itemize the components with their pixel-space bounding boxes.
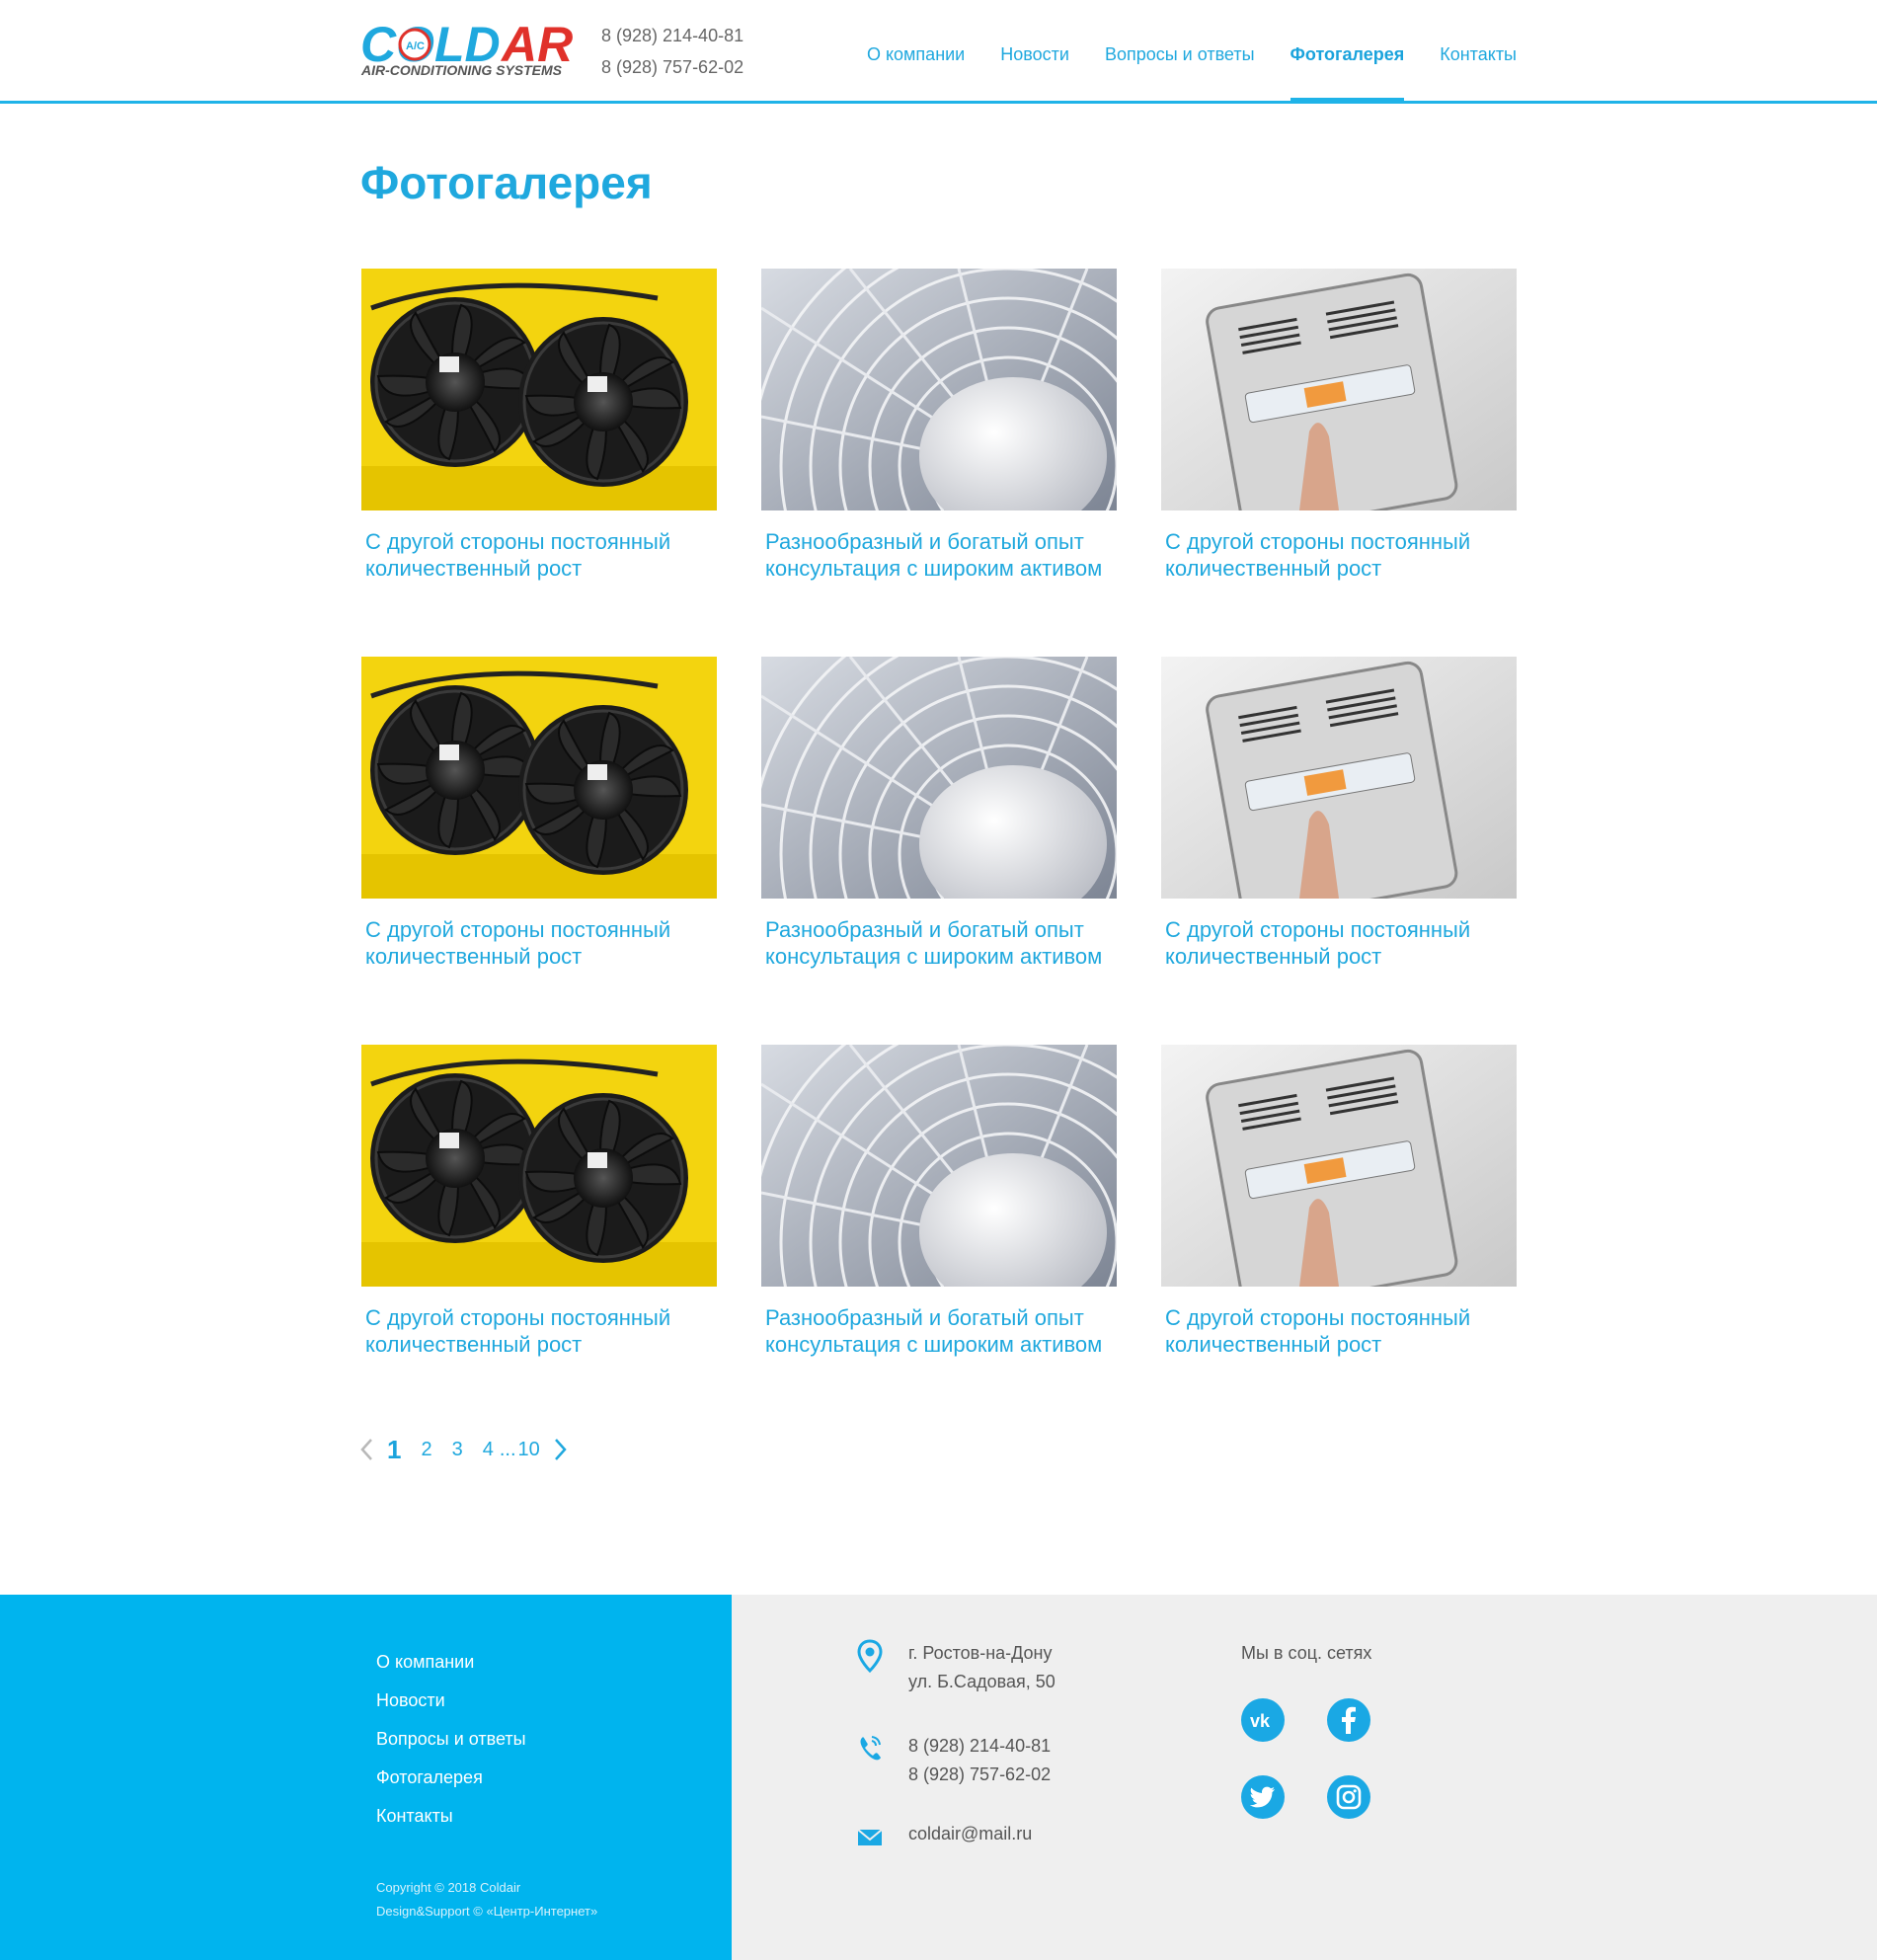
mail-icon (855, 1820, 885, 1853)
address-line-1: г. Ростов-на-Дону (908, 1643, 1053, 1663)
footer-link-faq[interactable]: Вопросы и ответы (376, 1720, 526, 1759)
instagram-icon[interactable] (1327, 1775, 1370, 1819)
gallery-card[interactable]: Разнообразный и богатый опыт консультаци… (761, 269, 1117, 657)
page-title: Фотогалерея (360, 157, 653, 208)
gallery-caption[interactable]: С другой стороны постоянный количественн… (361, 528, 717, 582)
nav-item-news[interactable]: Новости (1000, 0, 1069, 101)
footer-link-gallery[interactable]: Фотогалерея (376, 1759, 526, 1797)
nav-item-contacts[interactable]: Контакты (1440, 0, 1517, 101)
nav-item-gallery[interactable]: Фотогалерея (1290, 0, 1404, 104)
vk-icon[interactable]: vk (1241, 1698, 1285, 1742)
support-text[interactable]: Design&Support © «Центр-Интернет» (376, 1900, 597, 1923)
email-block: coldair@mail.ru (855, 1820, 1032, 1853)
header-phone-2[interactable]: 8 (928) 757-62-02 (601, 51, 743, 83)
ac-control-panel-photo[interactable] (1161, 657, 1517, 899)
footer-phone-1[interactable]: 8 (928) 214-40-81 (908, 1732, 1051, 1761)
footer-link-about[interactable]: О компании (376, 1643, 526, 1682)
copyright-text: Copyright © 2018 Coldair (376, 1880, 521, 1895)
page-link[interactable]: 4 (483, 1439, 494, 1461)
gallery-card[interactable]: С другой стороны постоянный количественн… (361, 1045, 717, 1433)
gallery-caption[interactable]: Разнообразный и богатый опыт консультаци… (761, 916, 1117, 970)
footer-link-contacts[interactable]: Контакты (376, 1797, 526, 1836)
page-current[interactable]: 1 (387, 1435, 401, 1465)
gallery-card[interactable]: Разнообразный и богатый опыт консультаци… (761, 657, 1117, 1045)
ac-control-panel-photo[interactable] (1161, 1045, 1517, 1287)
address-block: г. Ростов-на-Дону ул. Б.Садовая, 50 (855, 1639, 1056, 1696)
chevron-right-icon[interactable] (550, 1435, 570, 1464)
ac-fan-grille-photo[interactable] (761, 657, 1117, 899)
ac-fan-grille-photo[interactable] (761, 269, 1117, 510)
yellow-radiator-fans-photo[interactable] (361, 657, 717, 899)
header-phones: 8 (928) 214-40-81 8 (928) 757-62-02 (601, 20, 743, 83)
footer-nav-panel (0, 1595, 732, 1960)
page-link-last[interactable]: 10 (518, 1439, 540, 1461)
social-title: Мы в соц. сетях (1241, 1643, 1372, 1663)
phone-icon (855, 1732, 885, 1765)
ac-fan-grille-photo[interactable] (761, 1045, 1117, 1287)
address-line-2: ул. Б.Садовая, 50 (908, 1672, 1056, 1691)
yellow-radiator-fans-photo[interactable] (361, 269, 717, 510)
gallery-caption[interactable]: С другой стороны постоянный количественн… (1161, 916, 1517, 970)
footer-phone-2[interactable]: 8 (928) 757-62-02 (908, 1761, 1051, 1789)
yellow-radiator-fans-photo[interactable] (361, 1045, 717, 1287)
footer-nav: О компании Новости Вопросы и ответы Фото… (376, 1643, 526, 1836)
svg-text:A/C: A/C (406, 40, 425, 52)
nav-item-about[interactable]: О компании (867, 0, 965, 101)
main-nav: О компании Новости Вопросы и ответы Фото… (831, 0, 1517, 104)
logo[interactable]: COLD A/C AR AIR-CONDITIONING SYSTEMS (360, 17, 578, 79)
coldair-logo-icon: COLD A/C AR AIR-CONDITIONING SYSTEMS (360, 17, 573, 78)
copyright: Copyright © 2018 Coldair Design&Support … (376, 1876, 597, 1923)
gallery-card[interactable]: С другой стороны постоянный количественн… (361, 657, 717, 1045)
gallery-card[interactable]: С другой стороны постоянный количественн… (361, 269, 717, 657)
gallery-card[interactable]: С другой стороны постоянный количественн… (1161, 1045, 1517, 1433)
page-link[interactable]: 3 (452, 1439, 463, 1461)
nav-item-faq[interactable]: Вопросы и ответы (1105, 0, 1255, 101)
map-pin-icon (855, 1639, 885, 1674)
pagination: 1 2 3 4 ... 10 (357, 1432, 570, 1467)
chevron-left-icon[interactable] (357, 1435, 377, 1464)
header-phone-1[interactable]: 8 (928) 214-40-81 (601, 20, 743, 51)
phones-block: 8 (928) 214-40-81 8 (928) 757-62-02 (855, 1732, 1051, 1789)
gallery-caption[interactable]: С другой стороны постоянный количественн… (1161, 1304, 1517, 1358)
site-header: COLD A/C AR AIR-CONDITIONING SYSTEMS 8 (… (0, 0, 1877, 104)
twitter-icon[interactable] (1241, 1775, 1285, 1819)
gallery-card[interactable]: Разнообразный и богатый опыт консультаци… (761, 1045, 1117, 1433)
svg-text:vk: vk (1250, 1711, 1271, 1730)
ac-control-panel-photo[interactable] (1161, 269, 1517, 510)
svg-text:AIR-CONDITIONING SYSTEMS: AIR-CONDITIONING SYSTEMS (360, 62, 563, 78)
page-ellipsis: ... (499, 1438, 516, 1460)
footer-link-news[interactable]: Новости (376, 1682, 526, 1720)
gallery-caption[interactable]: С другой стороны постоянный количественн… (361, 1304, 717, 1358)
footer-email[interactable]: coldair@mail.ru (908, 1820, 1032, 1848)
gallery-caption[interactable]: С другой стороны постоянный количественн… (1161, 528, 1517, 582)
photo-gallery: С другой стороны постоянный количественн… (361, 269, 1517, 1433)
gallery-card[interactable]: С другой стороны постоянный количественн… (1161, 269, 1517, 657)
gallery-caption[interactable]: С другой стороны постоянный количественн… (361, 916, 717, 970)
page-link[interactable]: 2 (421, 1439, 431, 1461)
gallery-caption[interactable]: Разнообразный и богатый опыт консультаци… (761, 1304, 1117, 1358)
gallery-card[interactable]: С другой стороны постоянный количественн… (1161, 657, 1517, 1045)
facebook-icon[interactable] (1327, 1698, 1370, 1742)
gallery-caption[interactable]: Разнообразный и богатый опыт консультаци… (761, 528, 1117, 582)
